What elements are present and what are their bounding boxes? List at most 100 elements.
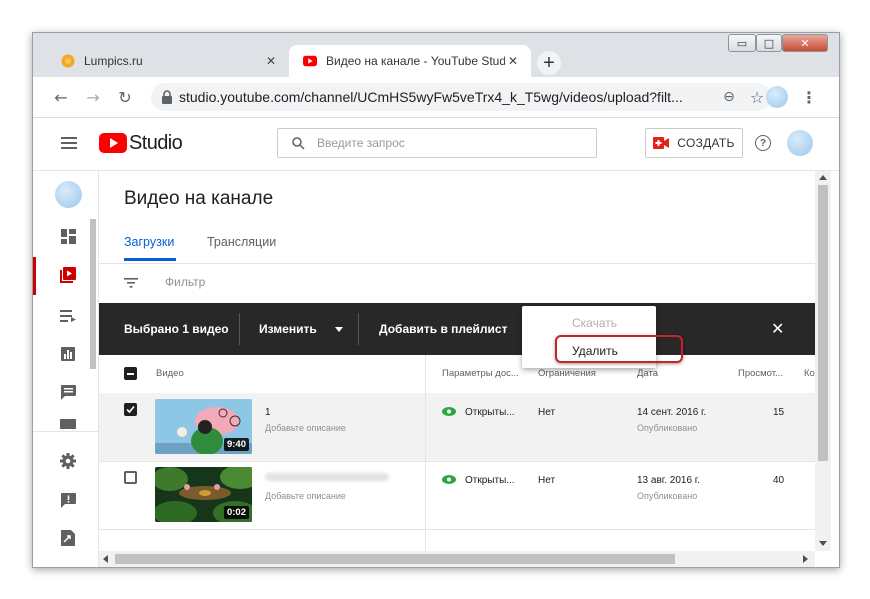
youtube-logo-icon[interactable] bbox=[99, 133, 127, 153]
visibility-status[interactable]: Открыты... bbox=[465, 407, 515, 418]
visibility-status[interactable]: Открыты... bbox=[465, 475, 515, 486]
add-playlist-dropdown[interactable]: Добавить в плейлист bbox=[379, 322, 534, 336]
delete-highlight-frame bbox=[555, 335, 683, 363]
video-title[interactable]: 1 bbox=[265, 407, 271, 418]
reload-icon: ↻ bbox=[118, 87, 132, 107]
column-header-visibility[interactable]: Параметры дос... bbox=[442, 368, 519, 379]
row-checkbox[interactable] bbox=[124, 403, 137, 416]
hamburger-menu-icon[interactable] bbox=[61, 136, 77, 150]
dashboard-icon bbox=[60, 228, 76, 244]
restrictions: Нет bbox=[538, 407, 556, 418]
row-checkbox[interactable] bbox=[124, 471, 137, 484]
close-selection-icon[interactable]: ✕ bbox=[771, 319, 784, 338]
orange-circle-icon bbox=[61, 54, 75, 68]
video-description[interactable]: Добавьте описание bbox=[265, 491, 346, 501]
search-placeholder: Введите запрос bbox=[317, 136, 405, 150]
active-tab-underline bbox=[124, 258, 176, 261]
window-close-button[interactable]: ✕ bbox=[782, 34, 828, 52]
url-text: studio.youtube.com/channel/UCmHS5wyFw5ve… bbox=[179, 89, 683, 105]
scroll-right-icon[interactable] bbox=[803, 555, 808, 563]
zoom-icon[interactable]: ⊖ bbox=[715, 89, 743, 105]
youtube-icon bbox=[303, 55, 317, 67]
kebab-menu-icon: ⋮ bbox=[801, 87, 817, 107]
filter-icon bbox=[124, 278, 138, 288]
tab-youtube-studio[interactable]: Видео на канале - YouTube Studio ✕ bbox=[289, 45, 531, 77]
filter-bar[interactable]: Фильтр bbox=[99, 263, 815, 300]
sidebar-item-settings[interactable] bbox=[59, 452, 77, 470]
sidebar-item-videos[interactable] bbox=[59, 266, 77, 284]
subtitles-icon bbox=[60, 419, 76, 429]
playlist-icon bbox=[60, 310, 76, 322]
channel-avatar[interactable] bbox=[55, 181, 82, 208]
sidebar-item-classic[interactable] bbox=[59, 529, 77, 547]
sidebar-item-dashboard[interactable] bbox=[59, 227, 77, 245]
column-header-restrictions[interactable]: Ограничения bbox=[538, 368, 596, 379]
add-playlist-label: Добавить в плейлист bbox=[379, 322, 508, 336]
column-header-date[interactable]: Дата bbox=[637, 368, 658, 379]
selected-count: Выбрано 1 видео bbox=[124, 322, 229, 336]
analytics-icon bbox=[61, 347, 75, 361]
column-header-video[interactable]: Видео bbox=[156, 368, 184, 379]
forward-button[interactable]: → bbox=[81, 85, 105, 109]
minimize-icon: ▭ bbox=[736, 36, 748, 50]
tab-close-icon[interactable]: ✕ bbox=[505, 54, 521, 68]
comments-icon bbox=[60, 384, 76, 400]
scroll-up-icon[interactable] bbox=[819, 175, 827, 180]
view-count: 15 bbox=[773, 407, 785, 418]
video-description[interactable]: Добавьте описание bbox=[265, 423, 346, 433]
column-header-comments[interactable]: Ко bbox=[804, 368, 815, 379]
scroll-down-icon[interactable] bbox=[819, 541, 827, 546]
tab-live[interactable]: Трансляции bbox=[207, 235, 276, 249]
vertical-scrollbar[interactable] bbox=[815, 171, 831, 551]
new-tab-button[interactable]: + bbox=[537, 51, 561, 75]
tab-uploads[interactable]: Загрузки bbox=[124, 235, 174, 249]
profile-avatar[interactable] bbox=[766, 86, 788, 108]
select-all-checkbox[interactable] bbox=[124, 367, 137, 380]
blurred-video-title[interactable] bbox=[265, 473, 389, 481]
studio-page: Studio Введите запрос СОЗДАТЬ ? Видео на… bbox=[33, 118, 839, 567]
table-row[interactable]: 0:02 Добавьте описание Открыты... Нет 13… bbox=[99, 461, 815, 530]
selection-action-bar: Выбрано 1 видео Изменить Добавить в плей… bbox=[99, 303, 815, 355]
scroll-left-icon[interactable] bbox=[103, 555, 108, 563]
tab-lumpics[interactable]: Lumpics.ru ✕ bbox=[47, 45, 289, 77]
sidebar-item-playlists[interactable] bbox=[59, 307, 77, 325]
search-input[interactable]: Введите запрос bbox=[277, 128, 597, 158]
address-bar[interactable]: studio.youtube.com/channel/UCmHS5wyFw5ve… bbox=[151, 83, 771, 111]
maximize-icon: □ bbox=[763, 36, 775, 50]
sidebar-item-feedback[interactable] bbox=[59, 491, 77, 509]
table-header: Видео Параметры дос... Ограничения Дата … bbox=[99, 355, 815, 394]
sidebar-item-comments[interactable] bbox=[59, 383, 77, 401]
plus-icon: + bbox=[543, 51, 555, 74]
video-duration: 9:40 bbox=[223, 438, 249, 451]
sidebar-item-analytics[interactable] bbox=[59, 345, 77, 363]
tab-close-icon[interactable]: ✕ bbox=[263, 54, 279, 68]
back-button[interactable]: ← bbox=[49, 85, 73, 109]
table-row[interactable]: 9:40 1 Добавьте описание Открыты... Нет … bbox=[99, 393, 815, 462]
reload-button[interactable]: ↻ bbox=[113, 85, 137, 109]
title-bar: ▭ □ ✕ Lumpics.ru ✕ Видео на канале - You… bbox=[33, 33, 839, 77]
action-divider bbox=[358, 313, 359, 345]
sidebar-scrollbar[interactable] bbox=[90, 219, 96, 369]
menu-item-download[interactable]: Скачать bbox=[522, 310, 656, 336]
minimize-button[interactable]: ▭ bbox=[728, 34, 756, 52]
browser-menu-button[interactable]: ⋮ bbox=[797, 85, 821, 109]
help-icon: ? bbox=[759, 137, 767, 149]
eye-icon bbox=[442, 407, 456, 416]
date-status: Опубликовано bbox=[637, 491, 698, 501]
close-icon: ✕ bbox=[800, 36, 810, 50]
tab-title: Видео на канале - YouTube Studio bbox=[326, 54, 505, 68]
account-avatar[interactable] bbox=[787, 130, 813, 156]
column-divider bbox=[425, 355, 426, 567]
video-thumbnail[interactable]: 9:40 bbox=[155, 399, 252, 454]
video-thumbnail[interactable]: 0:02 bbox=[155, 467, 252, 522]
create-button[interactable]: СОЗДАТЬ bbox=[645, 128, 743, 158]
vertical-scroll-thumb[interactable] bbox=[818, 185, 828, 461]
horizontal-scroll-thumb[interactable] bbox=[115, 554, 675, 564]
sidebar-item-subtitles[interactable] bbox=[59, 419, 77, 429]
edit-dropdown[interactable]: Изменить bbox=[259, 322, 343, 336]
help-button[interactable]: ? bbox=[755, 135, 771, 151]
column-header-views[interactable]: Просмот... bbox=[738, 368, 783, 379]
maximize-button[interactable]: □ bbox=[756, 34, 782, 52]
horizontal-scrollbar[interactable] bbox=[99, 551, 815, 567]
sidebar-divider bbox=[33, 431, 98, 432]
